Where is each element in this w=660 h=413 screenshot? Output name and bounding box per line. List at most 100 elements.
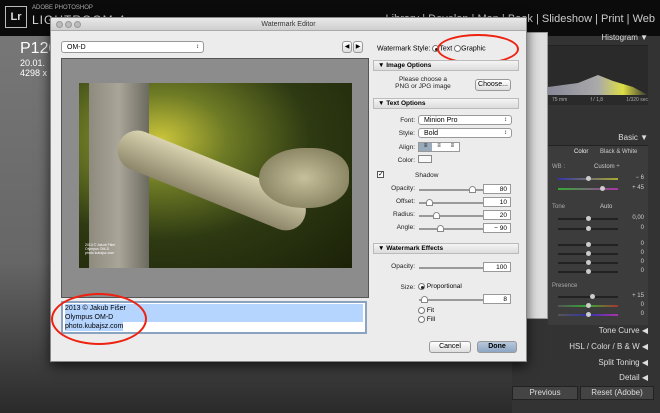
whites-slider[interactable]	[558, 260, 618, 265]
tone-value: 0,00	[632, 215, 644, 221]
hsl-header[interactable]: HSL / Color / B & W ◀	[548, 342, 648, 351]
tone-value: 0	[640, 225, 644, 231]
style-field-label: Style:	[398, 130, 415, 137]
presence-label: Presence	[552, 283, 578, 289]
vibrance-slider[interactable]	[558, 303, 618, 308]
shadows-slider[interactable]	[558, 251, 618, 256]
align-right-icon[interactable]: ≡	[446, 143, 459, 151]
radius-label: Radius:	[392, 211, 415, 218]
hint-line: Please choose a	[398, 76, 448, 83]
reset-button[interactable]: Reset (Adobe)	[580, 386, 654, 400]
shadow-checkbox[interactable]: ✓	[377, 171, 384, 178]
color-label: Color:	[397, 157, 415, 164]
fit-option[interactable]: Fit	[418, 307, 434, 314]
histogram: 75 mm f / 1,8 1/320 sec	[548, 45, 648, 105]
brand-top: ADOBE PHOTOSHOP	[32, 5, 93, 11]
next-image-button[interactable]: ▶	[353, 41, 363, 53]
blacks-slider[interactable]	[558, 269, 618, 274]
auto-button[interactable]: Auto	[600, 204, 612, 210]
tone-value: 0	[640, 268, 644, 274]
radius-input[interactable]: 20	[483, 210, 511, 220]
done-button[interactable]: Done	[477, 341, 517, 353]
title-bar: Watermark Editor	[51, 18, 526, 31]
effects-opacity-label: Opacity:	[391, 263, 415, 270]
contrast-slider[interactable]	[558, 226, 618, 231]
section-title: Text Options	[386, 100, 426, 107]
color-toggle[interactable]: Color	[574, 149, 588, 155]
align-control: ≡ ≡ ≡	[418, 142, 460, 152]
fit-radio[interactable]	[418, 307, 425, 314]
align-label: Align:	[398, 144, 415, 151]
angle-label: Angle:	[396, 224, 415, 231]
fit-label: Fit	[426, 307, 435, 315]
prev-image-button[interactable]: ◀	[342, 41, 352, 53]
basic-panel: Color Black & White WB : Custom ÷ − 6 + …	[548, 145, 648, 325]
preview-photo: 2013 © Jakub Fišer Olympus OM-D photo.ku…	[79, 83, 352, 268]
watermark-effects-header[interactable]: ▼ Watermark Effects	[373, 243, 519, 254]
close-button[interactable]	[56, 21, 63, 28]
color-swatch[interactable]	[418, 155, 432, 163]
angle-input[interactable]: − 90	[483, 223, 511, 233]
font-select[interactable]: Minion Pro	[418, 115, 512, 125]
choose-button[interactable]: Choose...	[475, 79, 511, 91]
exif-aperture: f / 1,8	[590, 97, 604, 103]
histogram-header[interactable]: Histogram ▼	[548, 33, 648, 42]
bw-toggle[interactable]: Black & White	[600, 149, 637, 155]
hint-line: PNG or JPG image	[395, 83, 451, 90]
saturation-slider[interactable]	[558, 312, 618, 317]
tree-trunk	[89, 83, 149, 268]
presence-value: 0	[640, 302, 644, 308]
highlights-slider[interactable]	[558, 242, 618, 247]
fill-option[interactable]: Fill	[418, 316, 435, 323]
size-input[interactable]: 8	[483, 294, 511, 304]
wb-label: WB :	[552, 164, 565, 170]
presence-value: + 15	[632, 293, 644, 299]
tone-value: 0	[640, 259, 644, 265]
split-toning-header[interactable]: Split Toning ◀	[548, 358, 648, 367]
offset-label: Offset:	[395, 198, 415, 205]
text-options-header[interactable]: ▼ Text Options	[373, 98, 519, 109]
minimize-button[interactable]	[65, 21, 72, 28]
temp-slider[interactable]	[558, 176, 618, 181]
section-title: Image Options	[386, 62, 432, 69]
tone-curve-header[interactable]: Tone Curve ◀	[548, 326, 648, 335]
watermark-options: Watermark Style: Text Graphic ▼ Image Op…	[373, 34, 519, 338]
watermark-editor-dialog: Watermark Editor OM-D ◀ ▶ 2013 © Jakub F…	[50, 17, 527, 362]
fill-radio[interactable]	[418, 316, 425, 323]
histogram-graph	[548, 75, 648, 95]
align-center-icon[interactable]: ≡	[432, 143, 445, 151]
detail-header[interactable]: Detail ◀	[548, 373, 648, 382]
wb-select[interactable]: Custom ÷	[594, 164, 620, 170]
tint-slider[interactable]	[558, 186, 618, 191]
style-select[interactable]: Bold	[418, 128, 512, 138]
exposure-slider[interactable]	[558, 216, 618, 221]
choose-hint: Please choose a PNG or JPG image	[393, 76, 453, 90]
proportional-option[interactable]: Proportional	[418, 283, 462, 290]
image-options-header[interactable]: ▼ Image Options	[373, 60, 519, 71]
shadow-opacity-label: Opacity:	[391, 185, 415, 192]
clarity-slider[interactable]	[558, 294, 618, 299]
shadow-label: Shadow	[415, 172, 439, 179]
shadow-opacity-input[interactable]: 80	[483, 184, 511, 194]
align-left-icon[interactable]: ≡	[419, 143, 433, 151]
tone-value: 0	[640, 241, 644, 247]
zoom-button[interactable]	[74, 21, 81, 28]
basic-header[interactable]: Basic ▼	[548, 133, 648, 142]
exif-shutter: 1/320 sec	[626, 97, 648, 103]
font-label: Font:	[400, 117, 415, 124]
effects-opacity-input[interactable]: 100	[483, 262, 511, 272]
previous-button[interactable]: Previous	[512, 386, 578, 400]
preset-select[interactable]: OM-D	[61, 41, 204, 53]
cancel-button[interactable]: Cancel	[429, 341, 471, 353]
proportional-radio[interactable]	[418, 283, 425, 290]
proportional-label: Proportional	[426, 283, 462, 291]
presence-value: 0	[640, 311, 644, 317]
tint-value: + 45	[632, 185, 644, 191]
fill-label: Fill	[426, 316, 436, 324]
section-title: Watermark Effects	[386, 245, 444, 252]
tone-label: Tone	[552, 204, 566, 210]
gharial-head	[259, 148, 349, 208]
watermark-overlay[interactable]: 2013 © Jakub Fišer Olympus OM-D photo.ku…	[85, 243, 115, 255]
offset-input[interactable]: 10	[483, 197, 511, 207]
style-label: Watermark Style:	[377, 45, 431, 53]
